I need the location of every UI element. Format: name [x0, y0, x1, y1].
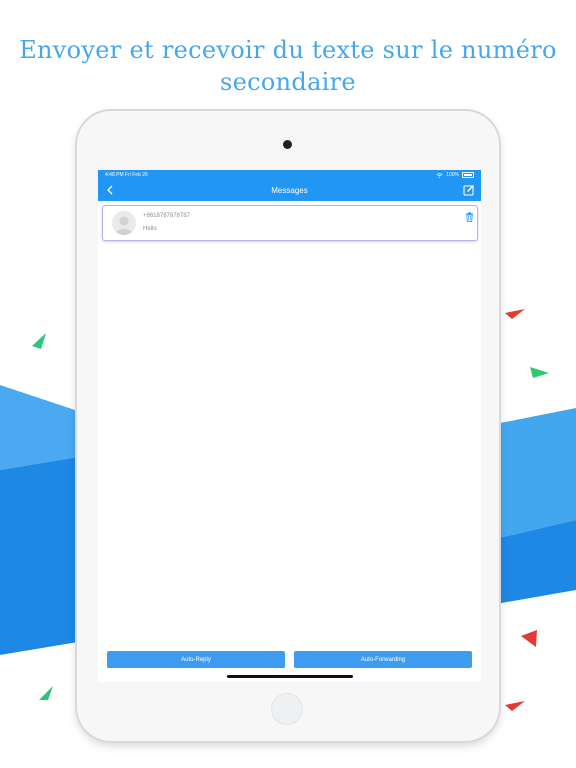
- band-right-light: [490, 408, 576, 540]
- plane-red-2: [521, 630, 537, 647]
- nav-title: Messages: [271, 186, 308, 195]
- battery-percent: 100%: [446, 172, 459, 178]
- nav-bar: Messages: [98, 180, 481, 201]
- plane-green-1: [32, 333, 46, 349]
- auto-forwarding-button[interactable]: Auto-Forwarding: [294, 651, 472, 668]
- trash-icon[interactable]: [465, 209, 474, 222]
- message-number: +8618787878787: [143, 213, 190, 219]
- battery-icon: [462, 172, 474, 178]
- avatar-placeholder-icon: [112, 211, 136, 235]
- home-button: [271, 693, 303, 725]
- status-time: 4:48 PM Fri Feb 26: [105, 172, 148, 178]
- back-chevron-icon[interactable]: [103, 183, 117, 197]
- plane-red-1: [505, 309, 525, 319]
- message-list-item[interactable]: +8618787878787 Hello: [102, 205, 478, 241]
- plane-red-3: [505, 701, 525, 711]
- message-preview: Hello: [143, 226, 157, 232]
- compose-icon[interactable]: [462, 183, 476, 197]
- status-bar: 4:48 PM Fri Feb 26 100%: [98, 170, 481, 180]
- wifi-icon: [436, 172, 443, 178]
- auto-reply-button[interactable]: Auto-Reply: [107, 651, 285, 668]
- home-indicator: [227, 675, 353, 678]
- tablet-frame: 4:48 PM Fri Feb 26 100% Messages +861878…: [77, 111, 499, 741]
- front-camera: [283, 140, 292, 149]
- plane-green-3: [39, 686, 53, 700]
- tablet-screen: 4:48 PM Fri Feb 26 100% Messages +861878…: [98, 170, 481, 682]
- bottom-actions: Auto-Reply Auto-Forwarding: [107, 651, 472, 668]
- plane-green-2: [530, 367, 549, 378]
